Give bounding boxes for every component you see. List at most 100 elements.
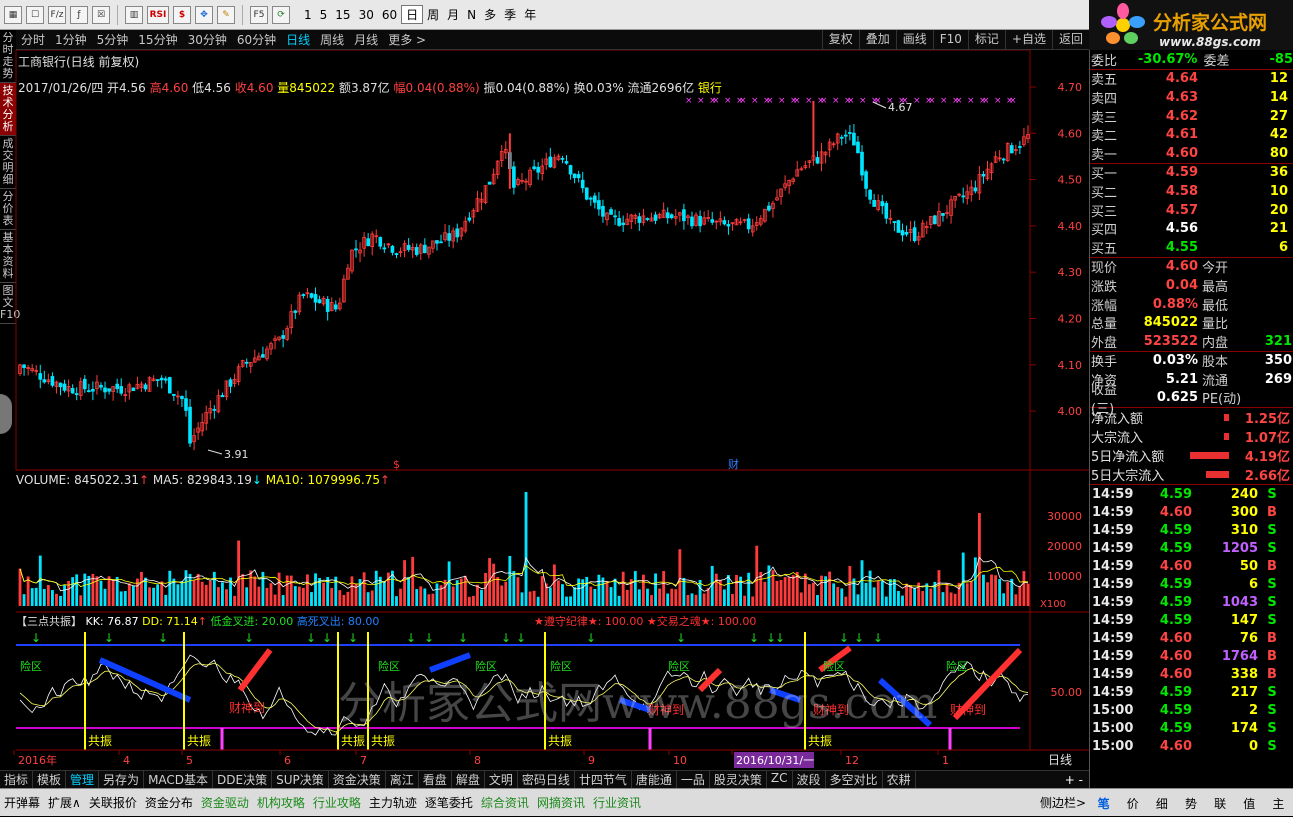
chart-action-button-3[interactable]: F10 — [932, 30, 968, 49]
indicator-tab-8[interactable]: 离江 — [386, 771, 419, 788]
status-item-7[interactable]: 主力轨迹 — [365, 794, 421, 811]
sell-row[interactable]: 卖三 4.62 27 — [1090, 107, 1293, 126]
period-tab-9[interactable]: 更多 > — [383, 31, 431, 48]
chart-icon[interactable]: ▥ — [125, 5, 143, 24]
rsi-icon[interactable]: RSI — [147, 5, 169, 24]
sell-row[interactable]: 卖二 4.61 42 — [1090, 125, 1293, 144]
period-button-2[interactable]: 15 — [331, 8, 354, 22]
indicator-tab-10[interactable]: 解盘 — [452, 771, 485, 788]
status-item-5[interactable]: 机构攻略 — [253, 794, 309, 811]
status-item-6[interactable]: 行业攻略 — [309, 794, 365, 811]
sell-row[interactable]: 卖一 4.60 80 — [1090, 144, 1293, 163]
indicator-tab-5[interactable]: DDE决策 — [213, 771, 273, 788]
period-tab-6[interactable]: 日线 — [281, 31, 315, 48]
signal-marker: × — [805, 96, 813, 106]
period-button-0[interactable]: 1 — [300, 8, 316, 22]
indicator-tab-3[interactable]: 另存为 — [99, 771, 145, 788]
buy-row[interactable]: 买五 4.55 6 — [1090, 238, 1293, 257]
down-arrow-icon: ↓ — [31, 631, 41, 645]
fiz-icon[interactable]: F/z — [48, 5, 66, 24]
period-tab-1[interactable]: 1分钟 — [50, 31, 92, 48]
indicator-tab-11[interactable]: 文明 — [485, 771, 518, 788]
chart-action-button-0[interactable]: 复权 — [821, 30, 859, 49]
chart-action-button-1[interactable]: 叠加 — [858, 30, 896, 49]
close-box-icon[interactable]: ☒ — [92, 5, 110, 24]
period-button-3[interactable]: 30 — [355, 8, 378, 22]
pen-icon[interactable]: ✎ — [217, 5, 235, 24]
period-tab-4[interactable]: 30分钟 — [183, 31, 232, 48]
quote-tab-5[interactable]: 值 — [1243, 795, 1255, 812]
quote-tab-2[interactable]: 细 — [1156, 795, 1168, 812]
period-button-5[interactable]: 日 — [401, 5, 424, 24]
dollar-icon[interactable]: $ — [173, 5, 191, 24]
indicator-tab-1[interactable]: 模板 — [33, 771, 67, 788]
indicator-tab-2[interactable]: 管理 — [66, 771, 100, 788]
period-tab-7[interactable]: 周线 — [315, 31, 349, 48]
buy-row[interactable]: 买二 4.58 10 — [1090, 182, 1293, 201]
status-item-2[interactable]: 关联报价 — [85, 794, 141, 811]
quote-tab-0[interactable]: 笔 — [1098, 795, 1110, 812]
indicator-tab-6[interactable]: SUP决策 — [272, 771, 329, 788]
period-button-8[interactable]: N — [463, 8, 480, 22]
sell-row[interactable]: 卖四 4.63 14 — [1090, 88, 1293, 107]
status-item-3[interactable]: 资金分布 — [141, 794, 197, 811]
volume-bar — [779, 580, 783, 606]
sidebar-toggle[interactable]: 侧边栏> — [1036, 794, 1090, 811]
chart-action-button-5[interactable]: +自选 — [1004, 30, 1052, 49]
buy-row[interactable]: 买三 4.57 20 — [1090, 201, 1293, 220]
indicator-tab-16[interactable]: 股灵决策 — [710, 771, 767, 788]
period-button-7[interactable]: 月 — [443, 6, 463, 23]
status-item-8[interactable]: 逐笔委托 — [421, 794, 477, 811]
zoom-buttons[interactable]: + - — [1059, 773, 1089, 787]
quote-tab-3[interactable]: 势 — [1185, 795, 1197, 812]
buy-row[interactable]: 买一 4.59 36 — [1090, 164, 1293, 182]
period-button-6[interactable]: 周 — [423, 6, 443, 23]
indicator-tab-0[interactable]: 指标 — [0, 771, 34, 788]
table-icon[interactable]: ☐ — [26, 5, 44, 24]
buy-row[interactable]: 买四 4.56 21 — [1090, 219, 1293, 238]
status-item-0[interactable]: 开弹幕 — [0, 794, 44, 811]
chart-action-button-6[interactable]: 返回 — [1051, 30, 1089, 49]
period-button-4[interactable]: 60 — [378, 8, 401, 22]
status-item-4[interactable]: 资金驱动 — [197, 794, 253, 811]
status-item-9[interactable]: 综合资讯 — [477, 794, 533, 811]
period-button-11[interactable]: 年 — [520, 6, 540, 23]
move-icon[interactable]: ✥ — [195, 5, 213, 24]
indicator-tab-13[interactable]: 廿四节气 — [575, 771, 632, 788]
indicator-tab-20[interactable]: 农耕 — [883, 771, 916, 788]
period-button-9[interactable]: 多 — [480, 6, 500, 23]
function-icon[interactable]: ƒ — [70, 5, 88, 24]
indicator-tab-18[interactable]: 波段 — [793, 771, 826, 788]
indicator-tab-12[interactable]: 密码日线 — [518, 771, 575, 788]
period-tab-0[interactable]: 分时 — [16, 31, 50, 48]
period-tab-5[interactable]: 60分钟 — [232, 31, 281, 48]
indicator-tab-14[interactable]: 唐能通 — [632, 771, 677, 788]
status-item-1[interactable]: 扩展∧ — [44, 794, 85, 811]
period-button-1[interactable]: 5 — [316, 8, 332, 22]
refresh-icon[interactable]: ⟳ — [272, 5, 290, 24]
indicator-tab-17[interactable]: ZC — [767, 771, 793, 788]
sell-row[interactable]: 卖五 4.64 12 — [1090, 70, 1293, 88]
stat-value-2: 321 — [1264, 333, 1292, 349]
indicator-tab-9[interactable]: 看盘 — [419, 771, 452, 788]
period-tab-3[interactable]: 15分钟 — [133, 31, 182, 48]
sell-label: 卖四 — [1091, 91, 1118, 107]
indicator-tab-19[interactable]: 多空对比 — [826, 771, 883, 788]
chart-action-button-2[interactable]: 画线 — [895, 30, 933, 49]
volume-bar — [480, 589, 483, 606]
period-tab-2[interactable]: 5分钟 — [92, 31, 134, 48]
quote-tab-4[interactable]: 联 — [1214, 795, 1226, 812]
indicator-tab-15[interactable]: 一品 — [677, 771, 710, 788]
indicator-tab-4[interactable]: MACD基本 — [144, 771, 214, 788]
tick-direction: S — [1267, 594, 1277, 610]
quote-tab-6[interactable]: 主 — [1272, 795, 1284, 812]
status-item-11[interactable]: 行业资讯 — [589, 794, 645, 811]
grid-icon[interactable]: ▦ — [4, 5, 22, 24]
quote-tab-1[interactable]: 价 — [1127, 795, 1139, 812]
chart-action-button-4[interactable]: 标记 — [967, 30, 1005, 49]
f5-icon[interactable]: F5 — [250, 5, 268, 24]
status-item-10[interactable]: 网摘资讯 — [533, 794, 589, 811]
indicator-tab-7[interactable]: 资金决策 — [329, 771, 386, 788]
period-button-10[interactable]: 季 — [500, 6, 520, 23]
period-tab-8[interactable]: 月线 — [349, 31, 383, 48]
